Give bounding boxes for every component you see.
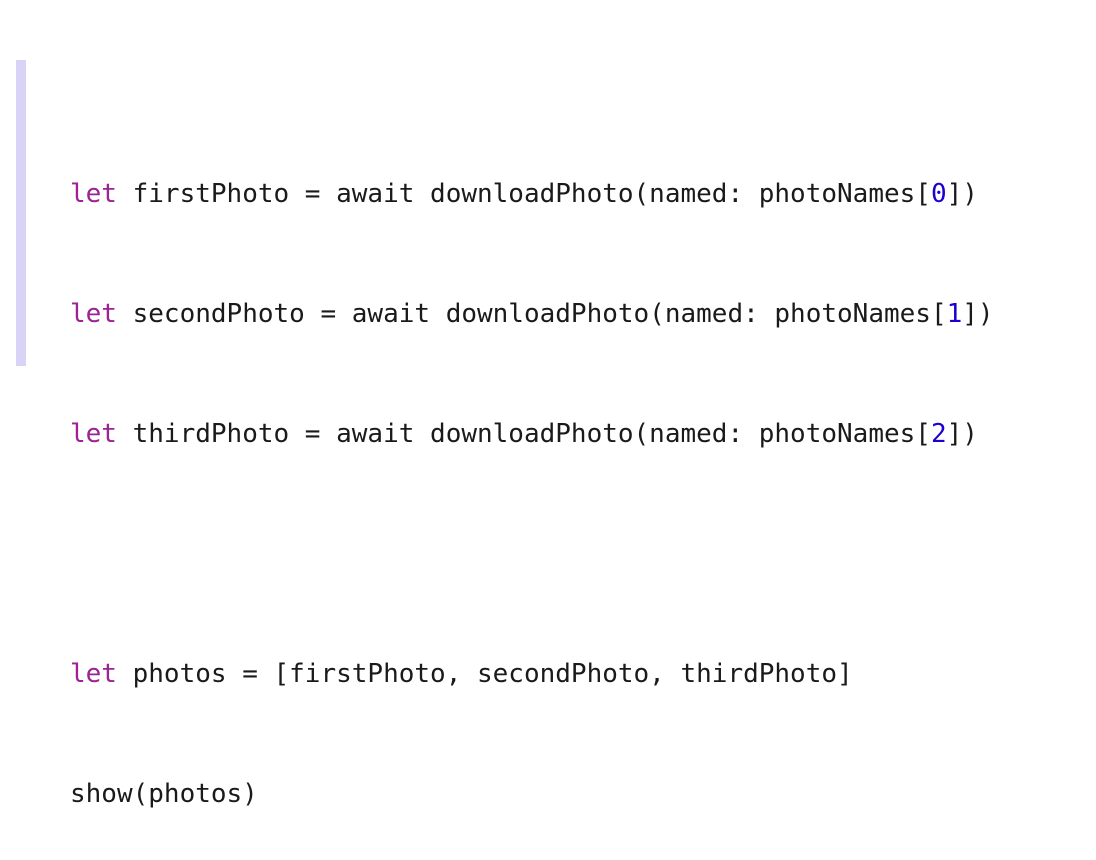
keyword-let: let [70, 179, 117, 209]
code-text: show(photos) [70, 779, 258, 809]
code-listing: let firstPhoto = await downloadPhoto(nam… [70, 94, 994, 860]
code-line-second-photo: let secondPhoto = await downloadPhoto(na… [70, 294, 994, 334]
code-text: secondPhoto = await downloadPhoto(named:… [116, 299, 947, 329]
code-text: ]) [946, 179, 978, 209]
number-literal: 2 [930, 419, 947, 449]
code-text: ]) [962, 299, 994, 329]
code-line-first-photo: let firstPhoto = await downloadPhoto(nam… [70, 174, 994, 214]
number-literal: 0 [930, 179, 947, 209]
keyword-let: let [70, 659, 117, 689]
code-line-third-photo: let thirdPhoto = await downloadPhoto(nam… [70, 414, 994, 454]
code-text: photos = [firstPhoto, secondPhoto, third… [116, 659, 853, 689]
code-line-show: show(photos) [70, 774, 994, 814]
number-literal: 1 [946, 299, 963, 329]
code-line-photos: let photos = [firstPhoto, secondPhoto, t… [70, 654, 994, 694]
code-text: firstPhoto = await downloadPhoto(named: … [116, 179, 931, 209]
code-block: let firstPhoto = await downloadPhoto(nam… [16, 60, 1086, 809]
code-text: thirdPhoto = await downloadPhoto(named: … [116, 419, 931, 449]
keyword-let: let [70, 299, 117, 329]
code-text: ]) [946, 419, 978, 449]
keyword-let: let [70, 419, 117, 449]
